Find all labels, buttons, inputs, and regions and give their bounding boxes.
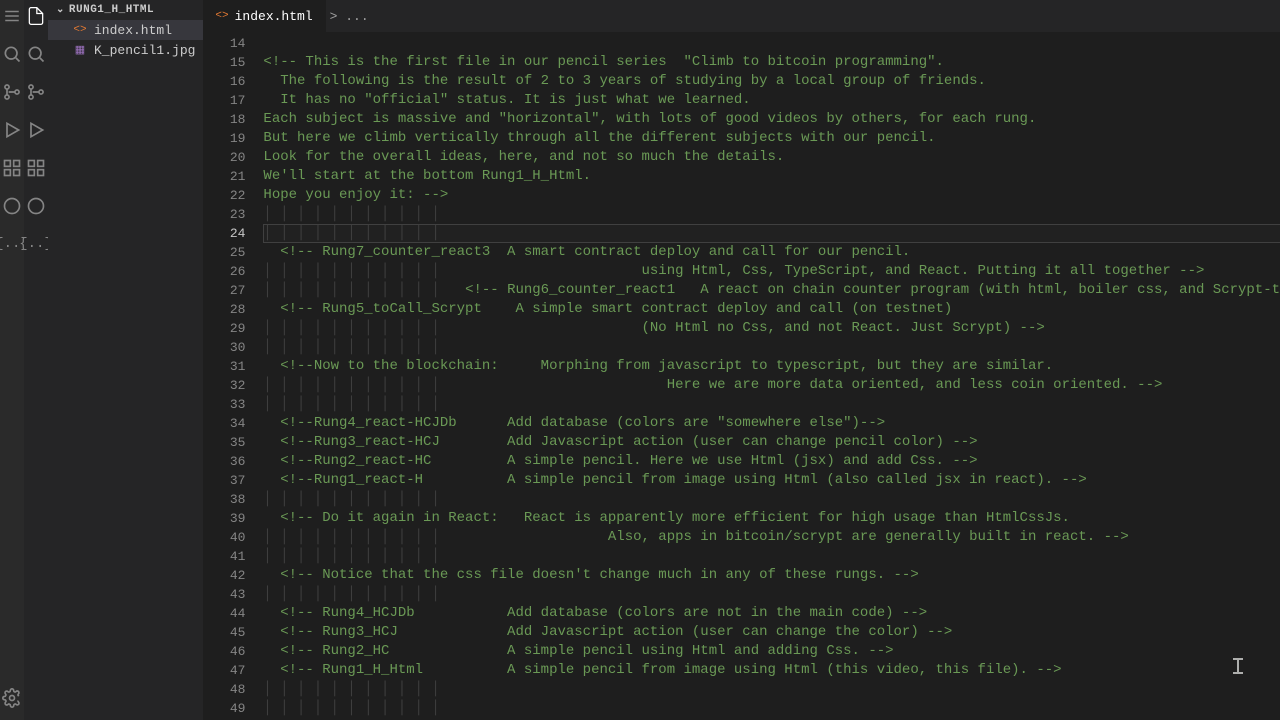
explorer-icon[interactable] — [24, 4, 48, 28]
html-file-icon: <> — [72, 22, 88, 38]
extensions-secondary-icon[interactable] — [24, 156, 48, 180]
debug-icon[interactable] — [0, 118, 24, 142]
editor-body[interactable]: 1415161718192021222324252627282930313233… — [203, 32, 1280, 720]
scrypt-icon[interactable] — [0, 194, 24, 218]
activity-bar-secondary: {..} — [24, 0, 48, 720]
extensions-icon[interactable] — [0, 156, 24, 180]
html-file-icon: <> — [215, 10, 228, 22]
editor-tab[interactable]: <> index.html — [203, 0, 325, 32]
breadcrumb[interactable]: > ... — [326, 9, 369, 24]
explorer-sidebar: ⌄ RUNG1_H_HTML <> index.html ▦ K_pencil1… — [48, 0, 203, 720]
json-secondary-icon[interactable]: {..} — [24, 232, 48, 256]
folder-header[interactable]: ⌄ RUNG1_H_HTML — [48, 0, 203, 20]
text-cursor — [1237, 658, 1239, 674]
file-item-index[interactable]: <> index.html — [48, 20, 203, 40]
debug-secondary-icon[interactable] — [24, 118, 48, 142]
scrypt-secondary-icon[interactable] — [24, 194, 48, 218]
code-content[interactable]: <!-- This is the first file in our penci… — [263, 32, 1280, 720]
line-number-gutter: 1415161718192021222324252627282930313233… — [203, 32, 263, 720]
folder-name: RUNG1_H_HTML — [69, 4, 154, 16]
chevron-down-icon: ⌄ — [56, 4, 65, 16]
image-file-icon: ▦ — [72, 42, 88, 58]
settings-icon[interactable] — [0, 686, 24, 710]
menu-icon[interactable] — [0, 4, 24, 28]
source-control-icon[interactable] — [0, 80, 24, 104]
tab-bar: <> index.html > ... — [203, 0, 1280, 32]
tab-label: index.html — [235, 9, 313, 24]
file-name: K_pencil1.jpg — [94, 43, 195, 58]
file-name: index.html — [94, 23, 172, 38]
search-secondary-icon[interactable] — [24, 42, 48, 66]
source-control-secondary-icon[interactable] — [24, 80, 48, 104]
search-icon[interactable] — [0, 42, 24, 66]
activity-bar-primary: {..} — [0, 0, 24, 720]
editor-area: <> index.html > ... 14151617181920212223… — [203, 0, 1280, 720]
file-item-image[interactable]: ▦ K_pencil1.jpg — [48, 40, 203, 60]
